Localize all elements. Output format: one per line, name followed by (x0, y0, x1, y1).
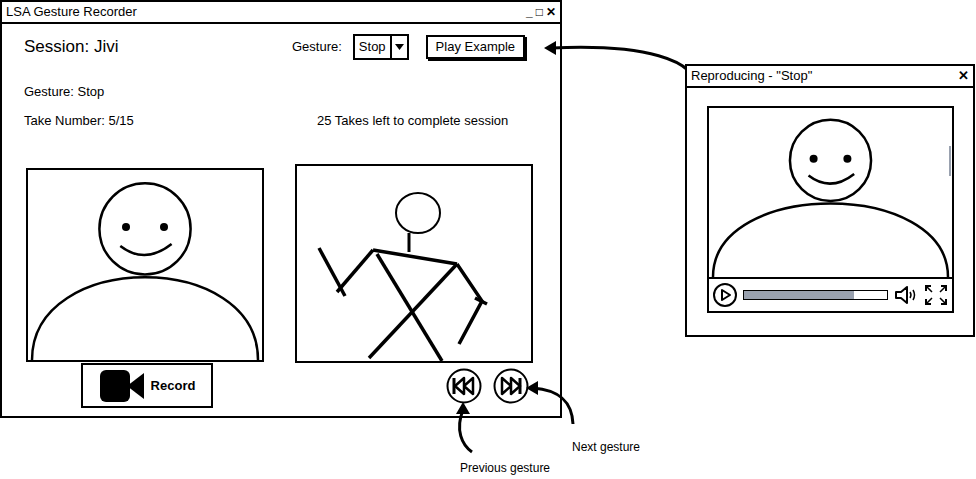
main-body: Session: JiviGesture: Stop Play Example Ges… (2, 24, 560, 408)
record-button[interactable]: Record (81, 363, 213, 408)
stick-figure-icon (297, 166, 531, 361)
video-controls (709, 277, 952, 311)
window-control[interactable]: _ (526, 3, 533, 21)
volume-icon[interactable] (894, 284, 918, 306)
panels-row (24, 168, 538, 363)
record-label: Record (151, 376, 196, 396)
scrollbar (949, 146, 951, 176)
dropdown-arrow-icon (390, 36, 407, 58)
gesture-select-label: Gesture: (292, 37, 342, 57)
play-icon[interactable] (713, 283, 737, 307)
annotation-label: Next gesture (572, 438, 640, 456)
player-window: Reproducing - "Stop" ✕ (685, 64, 975, 337)
gesture-select[interactable]: Stop (353, 34, 409, 60)
canvas: LSA Gesture Recorder_□✕Session: JiviGest… (0, 0, 976, 479)
player-close[interactable]: ✕ (958, 66, 969, 86)
player-title: Reproducing - "Stop" (691, 66, 812, 86)
window-controls: _□✕ (526, 3, 556, 21)
face-icon (709, 108, 952, 277)
takes-left: 25 Takes left to complete session (317, 111, 508, 131)
skeleton-panel (295, 164, 533, 363)
fullscreen-icon[interactable] (924, 284, 948, 306)
gesture-label: Gesture: Stop (24, 82, 538, 102)
progress-fill (744, 291, 854, 299)
gesture-select-value: Stop (355, 36, 390, 58)
controls-row: Record (24, 363, 538, 408)
previous-gesture-icon[interactable] (446, 368, 482, 404)
title-bar: LSA Gesture Recorder _□✕ (2, 2, 560, 24)
face-icon (28, 170, 262, 360)
take-number: Take Number: 5/15 (24, 111, 317, 131)
take-row: Take Number: 5/1525 Takes left to comple… (24, 111, 538, 131)
window-control[interactable]: ✕ (546, 3, 556, 21)
play-example-button[interactable]: Play Example (426, 35, 525, 59)
window-title: LSA Gesture Recorder (6, 2, 137, 22)
player-title-bar: Reproducing - "Stop" ✕ (687, 66, 973, 88)
camera-panel (26, 168, 264, 362)
header-row: Session: JiviGesture: Stop Play Example (24, 34, 538, 60)
camera-icon (99, 369, 145, 403)
window-control[interactable]: □ (536, 3, 543, 21)
video-player (707, 106, 954, 313)
navigation (446, 368, 529, 404)
next-gesture-icon[interactable] (493, 368, 529, 404)
session-label: Session: Jivi (24, 34, 292, 60)
progress-track[interactable] (743, 290, 888, 300)
annotation-label: Previous gesture (460, 459, 550, 477)
main-window: LSA Gesture Recorder_□✕Session: JiviGest… (0, 0, 562, 418)
video-frame (709, 108, 952, 277)
